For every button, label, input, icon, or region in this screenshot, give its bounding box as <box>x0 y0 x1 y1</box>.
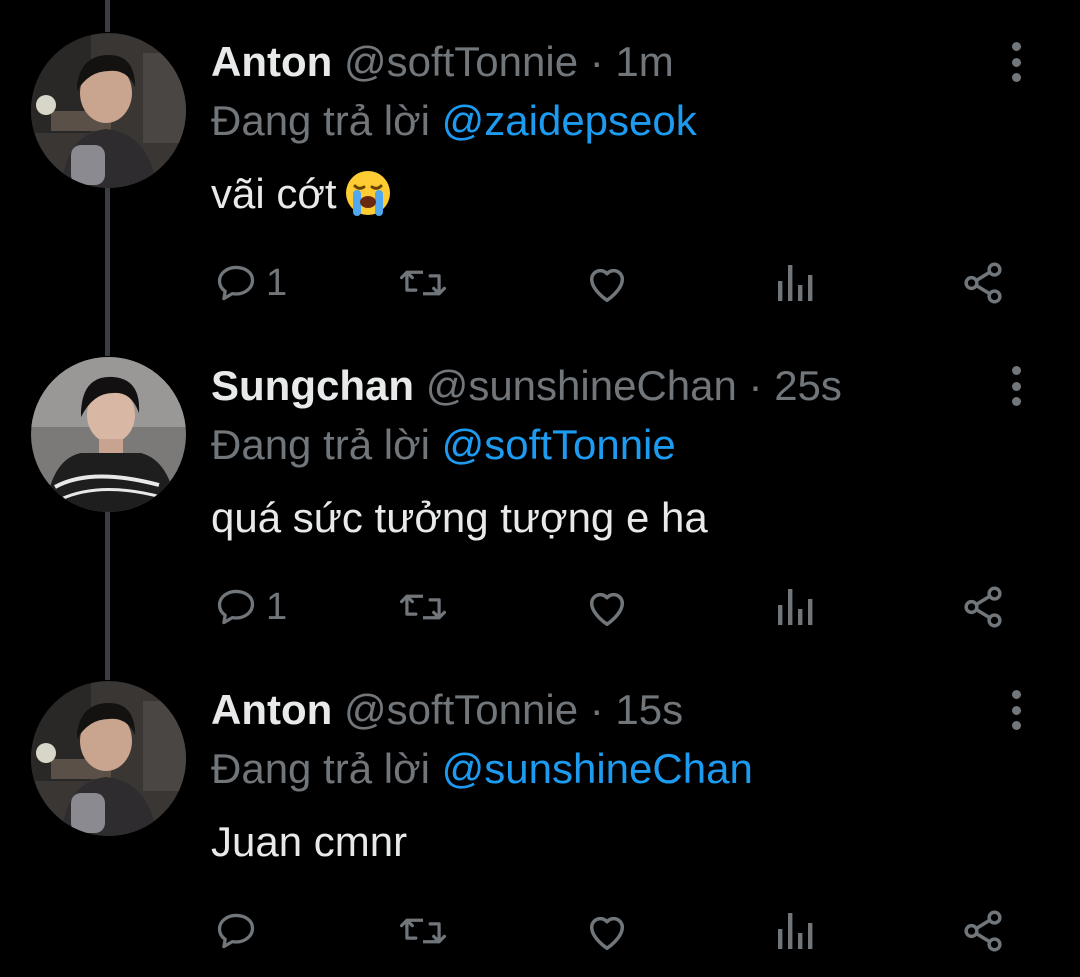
like-icon <box>589 268 625 302</box>
timestamp[interactable]: 15s <box>615 686 683 733</box>
separator-dot: · <box>748 362 763 409</box>
more-options-icon[interactable] <box>1000 40 1032 84</box>
avatar[interactable] <box>31 681 186 836</box>
reply-button[interactable] <box>214 906 258 956</box>
reply-count: 1 <box>266 585 288 628</box>
user-handle[interactable]: @sunshineChan <box>426 362 737 409</box>
tweet-header: Anton @softTonnie · 15s <box>211 684 683 736</box>
display-name[interactable]: Anton <box>211 686 332 733</box>
replying-to: Đang trả lời @softTonnie <box>211 419 676 471</box>
display-name[interactable]: Anton <box>211 38 332 85</box>
like-icon <box>589 592 625 626</box>
more-options-icon[interactable] <box>1000 688 1032 732</box>
loudly-crying-face-icon <box>343 168 393 232</box>
views-button[interactable] <box>776 258 816 308</box>
like-button[interactable] <box>584 906 630 956</box>
avatar-photo-anton <box>31 33 186 188</box>
user-handle[interactable]: @softTonnie <box>344 686 578 733</box>
like-button[interactable] <box>584 258 630 308</box>
like-icon <box>589 916 625 950</box>
separator-dot: · <box>589 38 604 85</box>
replying-to-label: Đang trả lời <box>211 421 430 468</box>
share-icon <box>964 262 1002 304</box>
views-icon <box>778 265 813 301</box>
tweet-text: vãi cớt <box>211 166 393 232</box>
reply-icon <box>217 913 255 949</box>
retweet-icon <box>399 270 447 296</box>
tweet-text-content: quá sức tưởng tượng e ha <box>211 494 708 541</box>
share-icon <box>964 586 1002 628</box>
tweet-actions: 1 <box>0 258 1080 308</box>
timestamp[interactable]: 1m <box>615 38 673 85</box>
replying-to-label: Đang trả lời <box>211 97 430 144</box>
like-button[interactable] <box>584 582 630 632</box>
tweet-text: Juan cmnr <box>211 814 407 870</box>
retweet-icon <box>399 594 447 620</box>
retweet-icon <box>399 918 447 944</box>
more-options-icon[interactable] <box>1000 364 1032 408</box>
timestamp[interactable]: 25s <box>774 362 842 409</box>
views-button[interactable] <box>776 906 816 956</box>
avatar-photo-sungchan <box>31 357 186 512</box>
mention-link[interactable]: @zaidepseok <box>442 97 697 144</box>
mention-link[interactable]: @softTonnie <box>442 421 676 468</box>
reply-count: 1 <box>266 261 288 304</box>
replying-to: Đang trả lời @zaidepseok <box>211 95 697 147</box>
reply-button[interactable]: 1 <box>214 258 287 308</box>
retweet-button[interactable] <box>398 906 448 956</box>
retweet-button[interactable] <box>398 582 448 632</box>
views-icon <box>778 589 813 625</box>
views-button[interactable] <box>776 582 816 632</box>
user-handle[interactable]: @softTonnie <box>344 38 578 85</box>
reply-icon <box>217 589 255 625</box>
tweet-header: Sungchan @sunshineChan · 25s <box>211 360 842 412</box>
tweet-text-content: vãi cớt <box>211 170 337 217</box>
tweet-text: quá sức tưởng tượng e ha <box>211 490 708 546</box>
share-button[interactable] <box>960 258 1006 308</box>
tweet-actions: 1 <box>0 582 1080 632</box>
reply-icon <box>217 265 255 301</box>
share-icon <box>964 910 1002 952</box>
views-icon <box>778 913 813 949</box>
share-button[interactable] <box>960 906 1006 956</box>
tweet-text-content: Juan cmnr <box>211 818 408 865</box>
separator-dot: · <box>589 686 604 733</box>
tweet-header: Anton @softTonnie · 1m <box>211 36 674 88</box>
share-button[interactable] <box>960 582 1006 632</box>
replying-to-label: Đang trả lời <box>211 745 430 792</box>
reply-button[interactable]: 1 <box>214 582 287 632</box>
avatar-photo-anton <box>31 681 186 836</box>
thread-connector-top <box>105 0 110 32</box>
avatar[interactable] <box>31 357 186 512</box>
tweet-actions <box>0 906 1080 956</box>
avatar[interactable] <box>31 33 186 188</box>
retweet-button[interactable] <box>398 258 448 308</box>
mention-link[interactable]: @sunshineChan <box>442 745 753 792</box>
display-name[interactable]: Sungchan <box>211 362 414 409</box>
tweet-thread: Anton @softTonnie · 1m Đang trả lời @zai… <box>0 0 1080 977</box>
replying-to: Đang trả lời @sunshineChan <box>211 743 753 795</box>
